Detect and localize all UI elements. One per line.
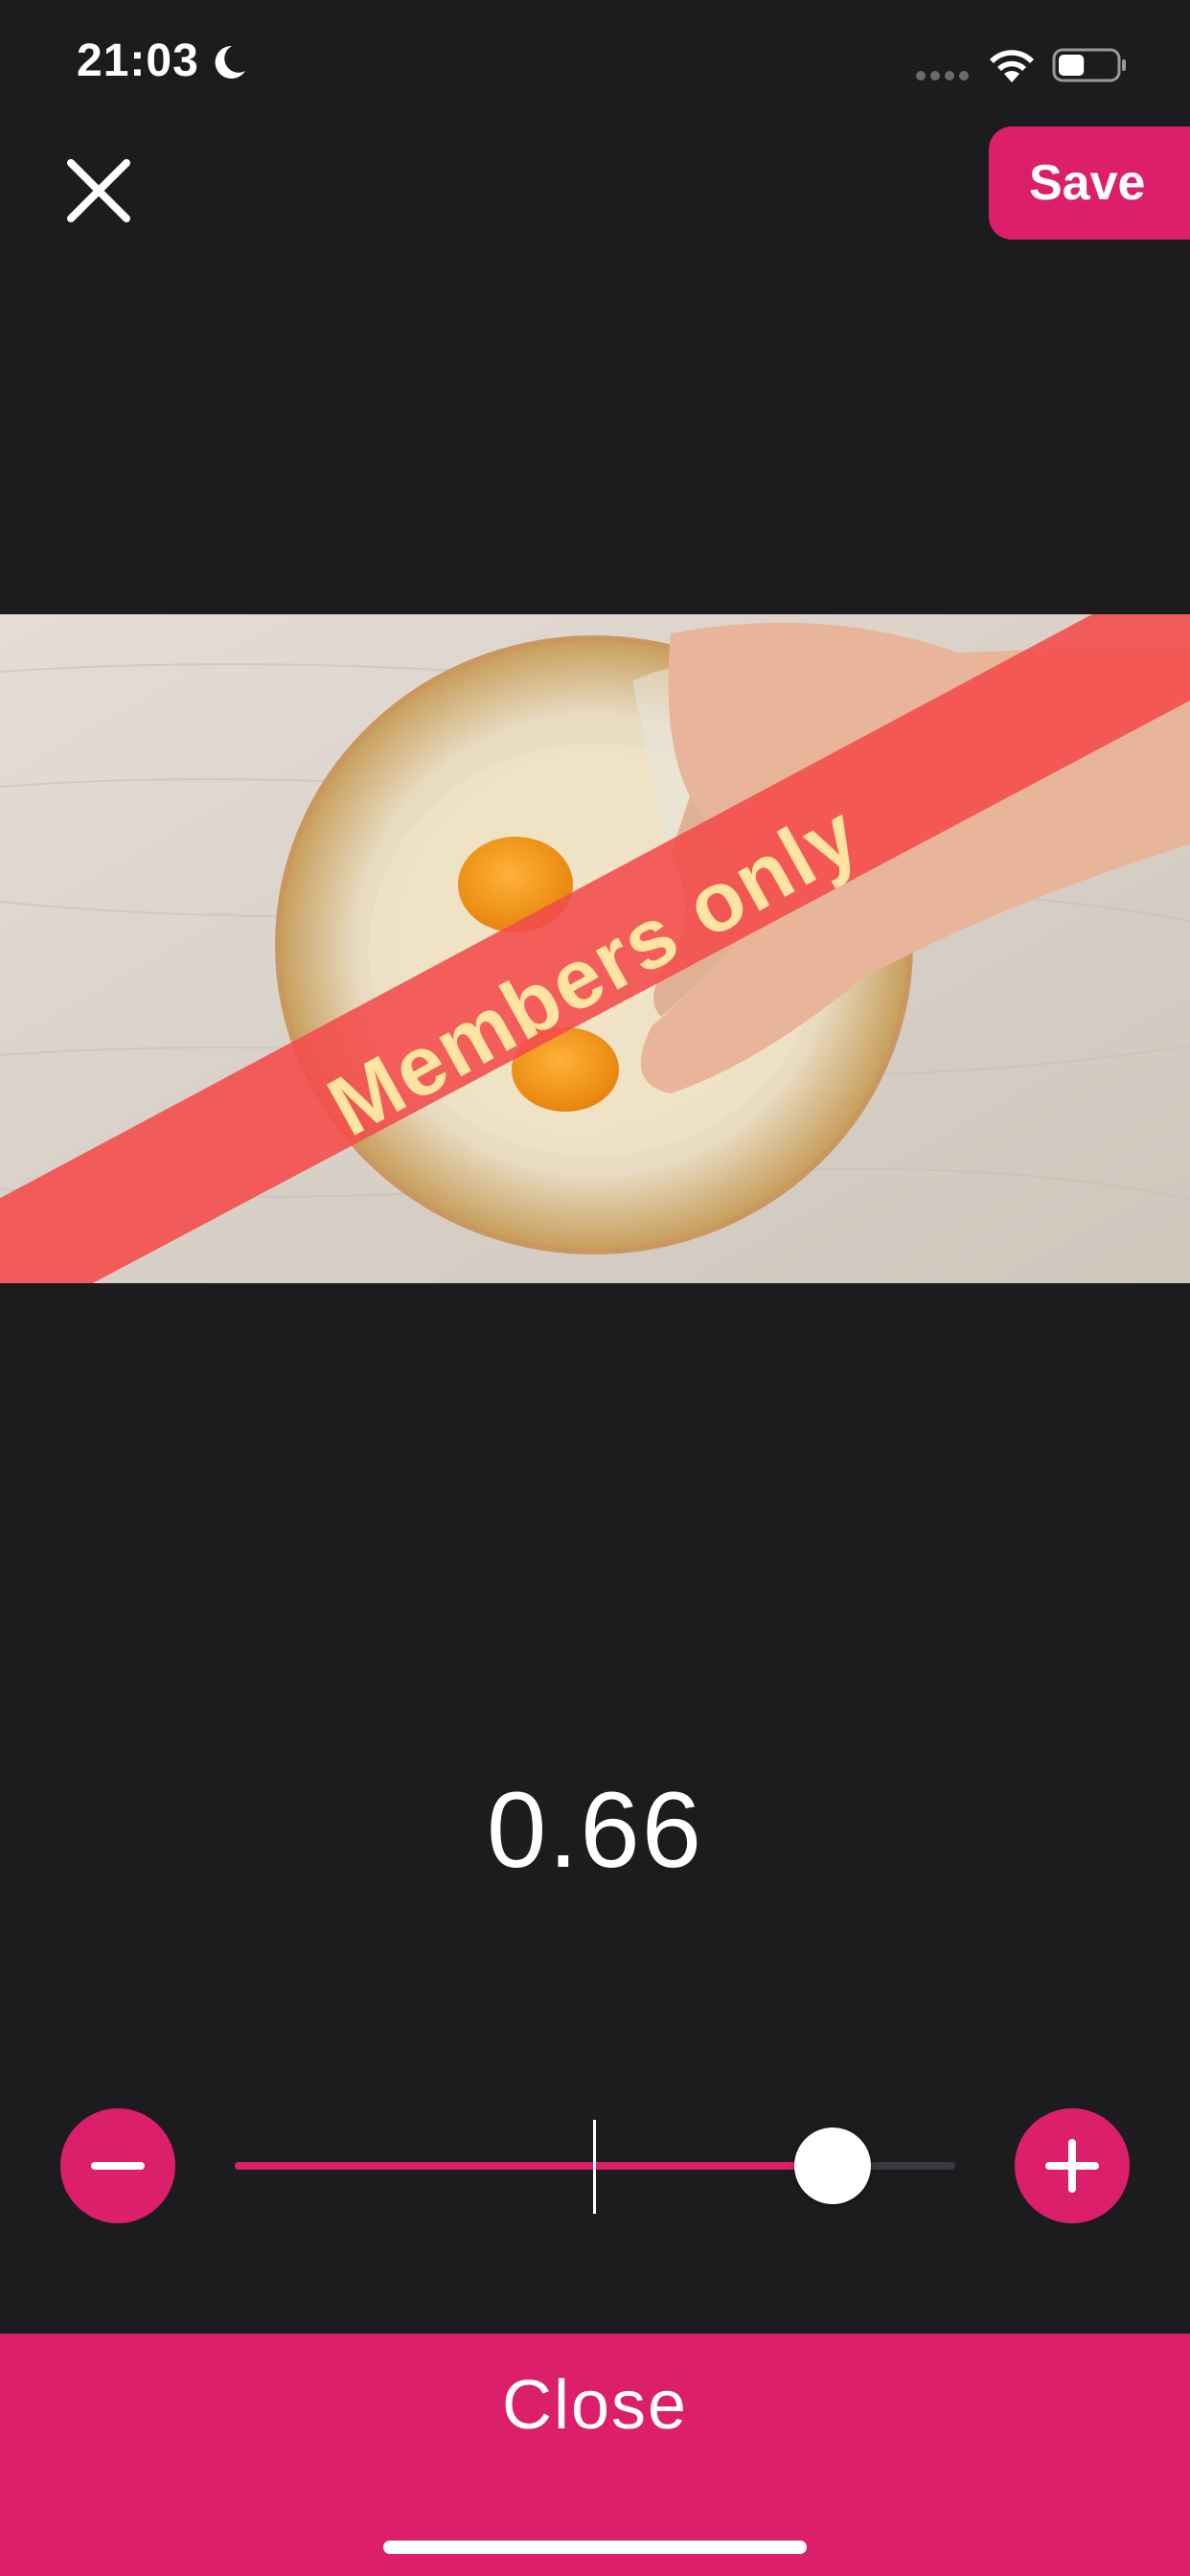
save-button-label: Save xyxy=(1029,155,1146,211)
home-indicator xyxy=(383,2541,807,2554)
slider-center-mark xyxy=(593,2120,596,2214)
status-time: 21:03 xyxy=(77,35,199,86)
status-bar: 21:03 xyxy=(0,0,1190,134)
close-icon[interactable] xyxy=(63,155,134,226)
close-button-label: Close xyxy=(501,2367,689,2444)
increase-button[interactable] xyxy=(1015,2108,1130,2223)
plus-icon xyxy=(1045,2139,1099,2193)
value-slider[interactable] xyxy=(235,2108,955,2223)
save-button[interactable]: Save xyxy=(989,126,1190,240)
decrease-button[interactable] xyxy=(60,2108,175,2223)
minus-icon xyxy=(91,2162,145,2170)
slider-knob[interactable] xyxy=(794,2128,872,2204)
close-button[interactable]: Close xyxy=(0,2334,1190,2576)
moon-icon xyxy=(215,45,245,79)
cellular-signal-icon xyxy=(916,71,969,80)
battery-icon xyxy=(1052,48,1126,82)
slider-fill xyxy=(235,2162,834,2170)
video-preview[interactable]: Members only xyxy=(0,614,1190,1283)
wifi-icon xyxy=(990,50,1034,82)
adjustment-value: 0.66 xyxy=(487,1770,703,1890)
